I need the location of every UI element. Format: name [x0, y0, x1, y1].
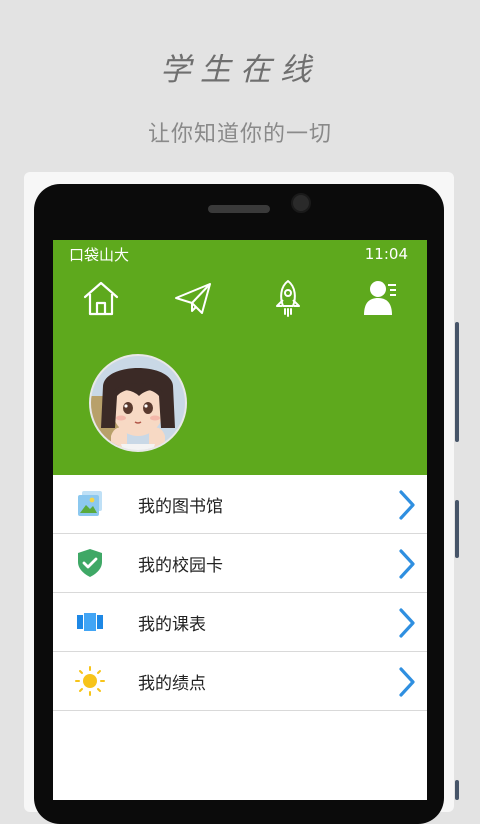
shield-check-icon	[75, 548, 105, 578]
profile-header: 口袋山大 11:04	[53, 240, 427, 475]
menu-item-label: 我的绩点	[138, 674, 206, 694]
phone-speaker	[208, 205, 270, 213]
promo-title: 学生在线	[160, 52, 320, 88]
status-carrier: 口袋山大	[69, 246, 130, 264]
menu-item-library[interactable]: 我的图书馆	[53, 475, 427, 534]
app-screen: 口袋山大 11:04 我的图书馆 我的校园卡 我的课表 我的绩点	[53, 240, 427, 800]
status-time: 11:04	[364, 245, 408, 263]
chevron-right-icon	[397, 666, 417, 698]
chevron-right-icon	[397, 548, 417, 580]
promo-subtitle: 让你知道你的一切	[147, 122, 332, 147]
sun-icon	[75, 666, 105, 696]
avatar[interactable]	[89, 354, 187, 452]
user-profile-icon[interactable]	[361, 278, 401, 318]
chevron-right-icon	[397, 607, 417, 639]
menu-item-campus-card[interactable]: 我的校园卡	[53, 534, 427, 593]
library-picture-icon	[75, 489, 105, 519]
phone-side-button	[455, 500, 459, 558]
menu-item-label: 我的图书馆	[138, 497, 223, 517]
menu-item-timetable[interactable]: 我的课表	[53, 593, 427, 652]
menu-list: 我的图书馆 我的校园卡 我的课表 我的绩点	[53, 475, 427, 711]
menu-item-label: 我的校园卡	[138, 556, 223, 576]
phone-side-button	[455, 780, 459, 800]
home-icon[interactable]	[81, 278, 121, 318]
chevron-right-icon	[397, 489, 417, 521]
menu-item-gpa[interactable]: 我的绩点	[53, 652, 427, 711]
rocket-icon[interactable]	[268, 278, 308, 318]
paper-plane-icon[interactable]	[173, 278, 213, 318]
phone-camera	[291, 193, 311, 213]
timetable-icon	[75, 607, 105, 637]
menu-item-label: 我的课表	[138, 615, 206, 635]
phone-side-button	[455, 322, 459, 442]
